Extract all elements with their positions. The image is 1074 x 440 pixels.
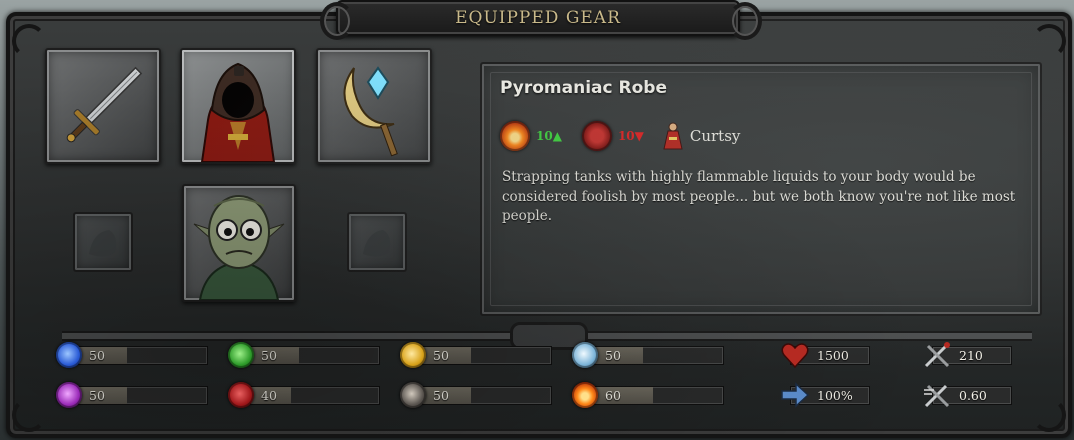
fire-bonus: 10▲ — [536, 129, 562, 143]
fire-value: 60 — [605, 388, 621, 403]
nature-bar: 50 — [250, 346, 380, 365]
weapon-slot[interactable] — [45, 48, 161, 164]
defense-value: 50 — [433, 348, 449, 363]
armor-stat: 50 — [400, 382, 552, 408]
blood-stat: 40 — [228, 382, 380, 408]
ice-orb-icon — [572, 342, 598, 368]
empty-right-slot[interactable] — [347, 212, 407, 272]
sword-icon — [66, 66, 143, 143]
ice-bar: 50 — [594, 346, 724, 365]
defense-bar: 50 — [422, 346, 552, 365]
nature-stat: 50 — [228, 342, 380, 368]
curtsy-skill-icon — [663, 122, 683, 150]
character-face-icon — [193, 195, 285, 300]
fire-orb-icon — [572, 382, 598, 408]
frost-bar: 50 — [78, 346, 208, 365]
item-info-panel: Pyromaniac Robe 10▲ 10▼ Curtsy Strapping… — [480, 62, 1042, 316]
crescent-staff-icon — [343, 66, 398, 157]
frost-stat: 50 — [56, 342, 208, 368]
speed-value: 100% — [817, 388, 853, 403]
fire-bonus-value: 10 — [536, 129, 553, 143]
nature-orb-icon — [228, 342, 254, 368]
speed-arrow-icon — [781, 382, 810, 408]
panel-title-text: EQUIPPED GEAR — [455, 8, 621, 28]
equipped-gear-panel: Pyromaniac Robe 10▲ 10▼ Curtsy Strapping… — [6, 12, 1072, 438]
nature-value: 50 — [261, 348, 277, 363]
item-name: Pyromaniac Robe — [500, 78, 667, 98]
empty-slot-icon — [363, 230, 391, 257]
blood-penalty: 10▼ — [618, 129, 644, 143]
armor-orb-icon — [400, 382, 426, 408]
arcane-value: 50 — [89, 388, 105, 403]
arcane-stat: 50 — [56, 382, 208, 408]
crossed-swords-icon — [924, 342, 950, 368]
heart-icon — [781, 343, 809, 369]
blood-bar: 40 — [250, 386, 380, 405]
frost-orb-icon — [56, 342, 82, 368]
item-description: Strapping tanks with highly flammable li… — [502, 169, 1016, 224]
frame-corner — [12, 398, 46, 432]
down-arrow-icon: ▼ — [634, 129, 644, 143]
health-stat: 1500 — [780, 342, 872, 369]
attack-speed-value: 0.60 — [959, 388, 987, 403]
shield-orb-icon — [400, 342, 426, 368]
empty-slot-icon — [89, 230, 117, 257]
arcane-bar: 50 — [78, 386, 208, 405]
blood-orb-icon — [228, 382, 254, 408]
skill-name: Curtsy — [689, 127, 741, 145]
arcane-orb-icon — [56, 382, 82, 408]
fire-stat: 60 — [572, 382, 724, 408]
fire-bar: 60 — [594, 386, 724, 405]
armor-slot[interactable] — [180, 48, 296, 164]
frame-corner — [1032, 398, 1066, 432]
trinket-slot[interactable] — [316, 48, 432, 164]
fire-orb-icon — [500, 121, 530, 151]
title-scroll-left — [320, 2, 354, 40]
up-arrow-icon: ▲ — [552, 129, 562, 143]
frost-value: 50 — [89, 348, 105, 363]
title-scroll-right — [728, 2, 762, 40]
swift-swords-icon — [924, 384, 950, 408]
attack-speed-stat: 0.60 — [922, 382, 1014, 408]
armor-bar: 50 — [422, 386, 552, 405]
ice-stat: 50 — [572, 342, 724, 368]
hooded-robe-icon — [200, 62, 276, 162]
character-portrait[interactable] — [182, 184, 296, 302]
blood-penalty-value: 10 — [617, 129, 635, 143]
item-stat-row: 10▲ 10▼ Curtsy — [500, 119, 740, 153]
ice-value: 50 — [605, 348, 621, 363]
defense-stat: 50 — [400, 342, 552, 368]
empty-left-slot[interactable] — [73, 212, 133, 272]
blood-value: 40 — [261, 388, 277, 403]
frame-corner — [1032, 24, 1066, 58]
attack-value: 210 — [959, 348, 983, 363]
armor-value: 50 — [433, 388, 449, 403]
panel-title: EQUIPPED GEAR — [336, 0, 740, 36]
attack-stat: 210 — [922, 342, 1014, 368]
frame-corner — [12, 24, 46, 58]
blood-orb-icon — [581, 121, 612, 151]
speed-stat: 100% — [780, 382, 872, 408]
health-value: 1500 — [817, 348, 849, 363]
